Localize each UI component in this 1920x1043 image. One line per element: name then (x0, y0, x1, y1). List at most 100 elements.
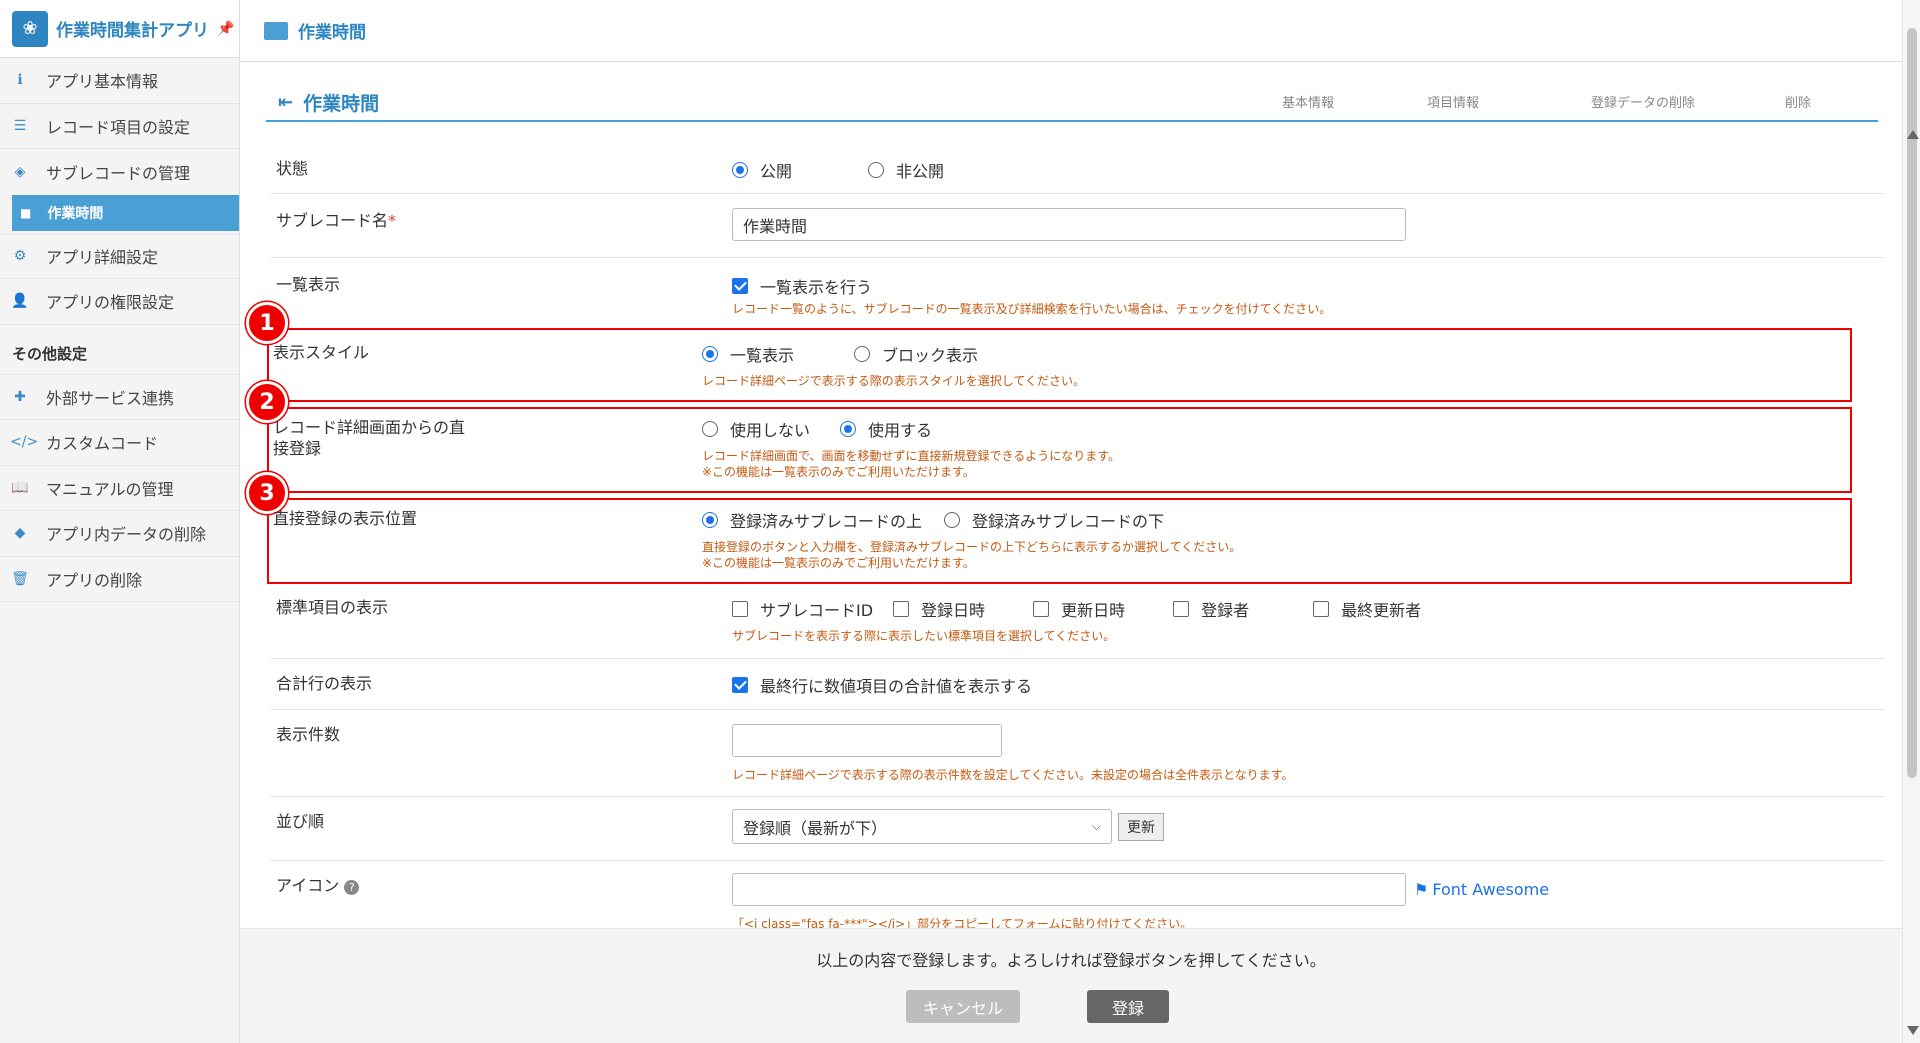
tab-delete[interactable]: 削除 (1748, 92, 1848, 111)
row-status: 状態 公開 非公開 (270, 142, 1885, 194)
sidebar-item-label: アプリの権限設定 (46, 293, 175, 313)
cancel-button[interactable]: キャンセル (906, 990, 1020, 1023)
checkbox-total (732, 677, 748, 693)
sort-label: 並び順 (276, 812, 325, 831)
std-created-checkbox[interactable]: 登録日時 (893, 597, 985, 621)
std-updater-label: 最終更新者 (1341, 601, 1422, 620)
radio-list (702, 346, 718, 362)
sort-select-value: 登録順（最新が下） (743, 818, 888, 838)
sidebar-item-custom-code[interactable]: </> カスタムコード (0, 420, 239, 466)
sidebar-item-manual[interactable]: 📖 マニュアルの管理 (0, 466, 239, 511)
count-hint: レコード詳細ページで表示する際の表示件数を設定してください。未設定の場合は全件表… (732, 768, 1294, 782)
std-creator-label: 登録者 (1201, 601, 1250, 620)
sidebar-item-app-detail[interactable]: ⚙ アプリ詳細設定 (0, 233, 239, 279)
sidebar-item-delete-data[interactable]: ◆ アプリ内データの削除 (0, 511, 239, 557)
direct-position-hint: 直接登録のボタンと入力欄を、登録済みサブレコードの上下どちらに表示するか選択して… (702, 540, 1242, 554)
std-subrecord-id-checkbox[interactable]: サブレコードID (732, 597, 873, 621)
scroll-up-arrow-icon[interactable] (1907, 130, 1919, 139)
sidebar-item-app-info[interactable]: ℹ アプリ基本情報 (0, 58, 239, 104)
font-awesome-link[interactable]: ⚑ Font Awesome (1414, 880, 1549, 899)
radio-private (868, 162, 885, 178)
layers-icon: ◈ (14, 163, 26, 180)
radio-below (944, 512, 961, 528)
subrecord-name-input[interactable]: 作業時間 (732, 208, 1406, 241)
count-input[interactable] (732, 724, 1002, 757)
direct-off-radio[interactable]: 使用しない (702, 417, 810, 441)
checkbox-created (893, 601, 910, 617)
sidebar-item-label: レコード項目の設定 (46, 117, 191, 137)
total-row-checkbox[interactable]: 最終行に数値項目の合計値を表示する (732, 673, 1032, 697)
direct-on-radio[interactable]: 使用する (840, 417, 932, 441)
info-icon: ℹ (17, 72, 23, 89)
help-icon[interactable]: ? (344, 880, 360, 895)
display-style-label: 表示スタイル (273, 343, 370, 362)
highlight-box-1: 1 表示スタイル 一覧表示 ブロック表示 レコード詳細ページで表示する際の表示ス… (246, 302, 1852, 402)
flag-icon: ⚑ (1414, 880, 1429, 899)
icon-label: アイコン ? (276, 875, 360, 896)
tab-field-info[interactable]: 項目情報 (1368, 92, 1538, 111)
radio-above (702, 512, 718, 528)
icon-input[interactable] (732, 873, 1406, 906)
direct-position-label: 直接登録の表示位置 (273, 509, 418, 528)
style-block-radio[interactable]: ブロック表示 (854, 342, 978, 366)
app-header[interactable]: ❀ 作業時間集計アプリ 📌 (0, 0, 239, 58)
sort-select[interactable]: 登録順（最新が下） ⌵ (732, 809, 1112, 844)
status-public-radio[interactable]: 公開 (732, 158, 792, 182)
total-row-checkbox-label: 最終行に数値項目の合計値を表示する (760, 677, 1033, 696)
position-above-radio[interactable]: 登録済みサブレコードの上 (702, 508, 922, 532)
code-icon: </> (10, 434, 39, 451)
style-list-radio[interactable]: 一覧表示 (702, 342, 794, 366)
row-name: サブレコード名* 作業時間 (270, 194, 1885, 258)
std-updated-label: 更新日時 (1061, 601, 1126, 620)
sidebar-item-delete-app[interactable]: 🗑 アプリの削除 (0, 557, 239, 602)
sidebar-item-permissions[interactable]: 👤 アプリの権限設定 (0, 279, 239, 325)
main-content: ⇤ 作業時間 基本情報 項目情報 登録データの削除 削除 状態 公開 非公開 サ… (240, 62, 1902, 928)
highlight-box-2: 2 レコード詳細画面からの直接登録 使用しない 使用する レコード詳細画面で、画… (246, 381, 1852, 493)
sidebar-item-external[interactable]: ✚ 外部サービス連携 (0, 375, 239, 420)
std-updater-checkbox[interactable]: 最終更新者 (1313, 597, 1421, 621)
status-private-radio[interactable]: 非公開 (868, 158, 944, 182)
total-row-label: 合計行の表示 (276, 674, 373, 693)
direct-position-note: ※この機能は一覧表示のみでご利用いただけます。 (702, 556, 975, 570)
scrollbar-thumb[interactable] (1907, 28, 1917, 778)
pin-icon[interactable]: 📌 (217, 21, 234, 37)
gear-icon: ⚙ (13, 248, 27, 265)
scrollbar[interactable] (1902, 0, 1920, 1043)
list-display-checkbox-label: 一覧表示を行う (760, 278, 873, 297)
required-mark: * (388, 211, 397, 230)
chevron-down-icon: ⌵ (1091, 819, 1101, 833)
sidebar-item-subrecord[interactable]: ◈ サブレコードの管理 (0, 149, 239, 195)
standard-items-label: 標準項目の表示 (276, 598, 389, 617)
tab-delete-data[interactable]: 登録データの削除 (1538, 92, 1748, 111)
position-below-radio[interactable]: 登録済みサブレコードの下 (944, 508, 1164, 532)
std-created-label: 登録日時 (921, 601, 986, 620)
sidebar-item-record-fields[interactable]: ☰ レコード項目の設定 (0, 104, 239, 149)
scroll-down-arrow-icon[interactable] (1907, 1026, 1919, 1035)
direct-register-label: レコード詳細画面からの直接登録 (273, 418, 466, 458)
direct-register-note: ※この機能は一覧表示のみでご利用いただけます。 (702, 465, 975, 479)
style-block-label: ブロック表示 (882, 346, 979, 365)
back-arrow-icon[interactable]: ⇤ (278, 92, 293, 113)
tab-basic-info[interactable]: 基本情報 (1248, 92, 1368, 111)
sidebar-subitem-worktime[interactable]: ■ 作業時間 (12, 194, 239, 231)
sidebar-item-label: 作業時間 (47, 205, 104, 222)
direct-on-label: 使用する (868, 421, 933, 440)
direct-off-label: 使用しない (730, 421, 811, 440)
highlight-box-3: 3 直接登録の表示位置 登録済みサブレコードの上 登録済みサブレコードの下 直接… (246, 472, 1852, 584)
sidebar-item-label: アプリの削除 (46, 570, 143, 590)
book-icon: 📖 (11, 479, 29, 496)
radio-block (854, 346, 871, 362)
user-lock-icon: 👤 (11, 293, 29, 310)
update-button[interactable]: 更新 (1118, 812, 1164, 841)
page-tabs: 基本情報 項目情報 登録データの削除 削除 (1248, 92, 1848, 111)
sidebar-item-label: アプリ基本情報 (46, 72, 159, 92)
std-updated-checkbox[interactable]: 更新日時 (1033, 597, 1125, 621)
count-label: 表示件数 (276, 725, 341, 744)
checkbox-updated (1033, 601, 1050, 617)
row-standard-items: 標準項目の表示 サブレコードID 登録日時 更新日時 登録者 最終更新者 サブレ… (270, 587, 1885, 659)
submit-button[interactable]: 登録 (1087, 990, 1169, 1023)
std-creator-checkbox[interactable]: 登録者 (1173, 597, 1249, 621)
app-logo-icon: ❀ (12, 10, 48, 47)
sidebar-item-label: アプリ内データの削除 (46, 525, 207, 545)
list-display-checkbox[interactable]: 一覧表示を行う (732, 274, 872, 298)
